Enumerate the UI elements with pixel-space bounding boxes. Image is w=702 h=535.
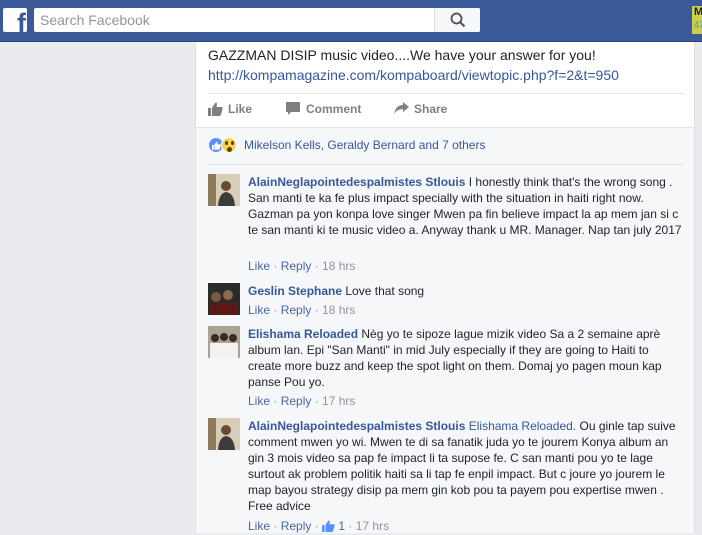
share-button[interactable]: Share — [394, 100, 464, 118]
like-button[interactable]: Like — [208, 100, 268, 118]
comment-meta: Like · Reply · 18 hrs — [248, 303, 356, 317]
share-arrow-icon — [394, 102, 409, 114]
comment-reply-link[interactable]: Reply — [281, 394, 312, 408]
comment-reply-link[interactable]: Reply — [281, 519, 312, 533]
comment-author[interactable]: AlainNeglapointedespalmistes Stlouis — [248, 419, 465, 433]
comment-reply-link[interactable]: Reply — [281, 303, 312, 317]
comment-like-link[interactable]: Like — [248, 394, 270, 408]
comment-item: Elishama Reloaded Nèg yo te sipoze lague… — [208, 326, 684, 408]
search-box — [34, 8, 480, 32]
comment-button[interactable]: Comment — [286, 100, 376, 118]
top-navigation-bar: f M 47 — [0, 0, 702, 42]
avatar[interactable] — [208, 174, 240, 206]
search-button[interactable] — [434, 8, 480, 32]
comment-like-link[interactable]: Like — [248, 303, 270, 317]
comment-bubble-icon — [286, 102, 300, 115]
divider — [208, 164, 684, 165]
search-icon — [450, 12, 466, 28]
post-card: GAZZMAN DISIP music video....We have you… — [195, 42, 695, 533]
comment-text: Love that song — [345, 284, 425, 298]
comment-author[interactable]: Geslin Stephane — [248, 284, 342, 298]
comments-section: Mikelson Kells, Geraldy Bernard and 7 ot… — [196, 127, 694, 533]
wow-reaction-icon — [221, 137, 237, 153]
like-label: Like — [228, 102, 253, 116]
avatar[interactable] — [208, 326, 240, 358]
comment-item: Geslin Stephane Love that song Like · Re… — [208, 283, 684, 323]
comment-time[interactable]: 17 hrs — [322, 394, 355, 408]
comment-body: AlainNeglapointedespalmistes Stlouis Eli… — [248, 418, 684, 514]
comment-body: Geslin Stephane Love that song — [248, 283, 684, 299]
comment-item: AlainNeglapointedespalmistes Stlouis I h… — [208, 174, 684, 273]
comment-time[interactable]: 18 hrs — [322, 303, 355, 317]
comment-text: Ou ginle tap suive comment mwen yo wi. M… — [248, 419, 676, 513]
comment-author[interactable]: Elishama Reloaded — [248, 327, 358, 341]
comment-label: Comment — [306, 102, 362, 116]
comment-body: AlainNeglapointedespalmistes Stlouis I h… — [248, 174, 684, 238]
comment-author[interactable]: AlainNeglapointedespalmistes Stlouis — [248, 175, 465, 189]
corner-badge-top: M — [694, 6, 702, 18]
comment-reply-link[interactable]: Reply — [281, 259, 312, 273]
post-link[interactable]: http://kompamagazine.com/kompaboard/view… — [208, 65, 619, 85]
share-label: Share — [414, 102, 448, 116]
search-input[interactable] — [34, 8, 434, 32]
reaction-names[interactable]: Mikelson Kells, Geraldy Bernard and 7 ot… — [244, 138, 485, 152]
divider — [208, 93, 684, 94]
thumbs-up-icon — [208, 102, 223, 116]
comment-time[interactable]: 17 hrs — [356, 519, 389, 533]
comment-like-count[interactable]: 1 — [338, 519, 345, 533]
avatar[interactable] — [208, 418, 240, 450]
comment-meta: Like · Reply · 17 hrs — [248, 394, 356, 408]
comment-mention[interactable]: Elishama Reloaded. — [469, 419, 576, 433]
logo-letter: f — [17, 8, 26, 33]
post-text: GAZZMAN DISIP music video....We have you… — [208, 47, 596, 63]
comment-body: Elishama Reloaded Nèg yo te sipoze lague… — [248, 326, 684, 390]
avatar[interactable] — [208, 283, 240, 315]
facebook-logo-icon[interactable]: f — [3, 8, 27, 32]
comment-like-link[interactable]: Like — [248, 259, 270, 273]
corner-badge-bottom: 47 — [694, 20, 702, 30]
corner-badge[interactable]: M 47 — [692, 6, 702, 34]
comment-time[interactable]: 18 hrs — [322, 259, 355, 273]
comment-like-link[interactable]: Like — [248, 519, 270, 533]
comment-item: AlainNeglapointedespalmistes Stlouis Eli… — [208, 418, 684, 534]
comment-meta: Like · Reply · 18 hrs — [248, 259, 356, 273]
